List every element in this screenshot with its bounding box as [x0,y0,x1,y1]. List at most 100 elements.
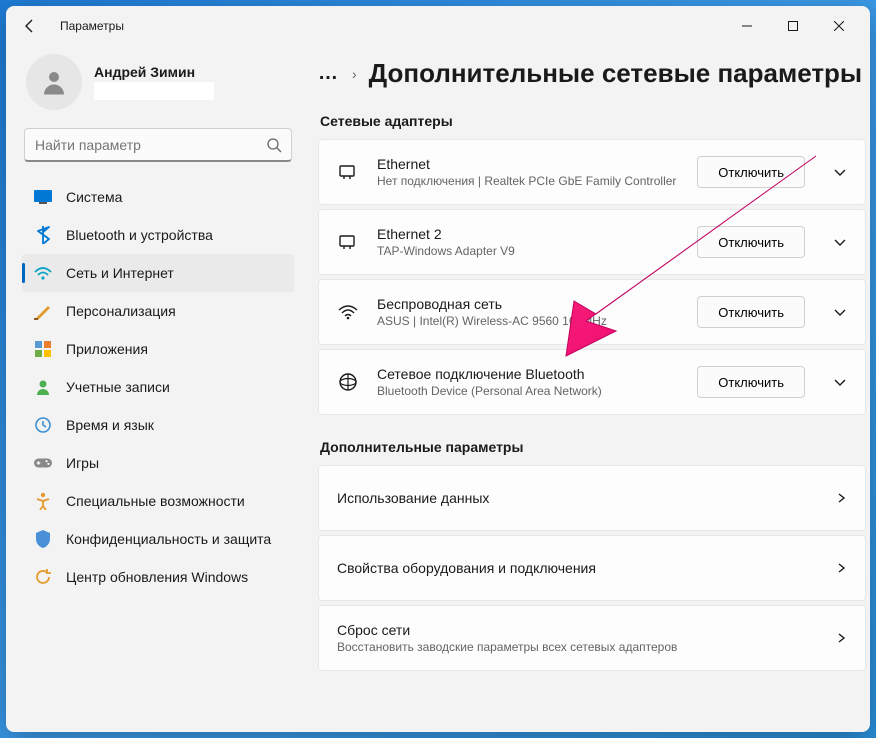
adapter-card-bluetooth: Сетевое подключение Bluetooth Bluetooth … [318,349,866,415]
user-email-redacted [94,82,214,100]
chevron-down-icon[interactable] [833,235,847,249]
wifi-icon [337,302,359,322]
shield-icon [34,530,52,548]
maximize-icon [788,21,798,31]
nav-item-bluetooth[interactable]: Bluetooth и устройства [22,216,294,254]
window-controls [724,10,862,42]
adapter-card-wireless: Беспроводная сеть ASUS | Intel(R) Wirele… [318,279,866,345]
disable-button[interactable]: Отключить [697,156,805,188]
nav-label: Персонализация [66,303,176,319]
clock-icon [34,416,52,434]
more-title: Свойства оборудования и подключения [337,560,817,576]
nav-label: Система [66,189,122,205]
nav-item-apps[interactable]: Приложения [22,330,294,368]
disable-button[interactable]: Отключить [697,296,805,328]
accounts-icon [34,378,52,396]
nav-label: Конфиденциальность и защита [66,531,271,547]
app-title: Параметры [60,19,124,33]
close-icon [834,21,844,31]
main-content: … › Дополнительные сетевые параметры Сет… [306,46,870,732]
nav-item-gaming[interactable]: Игры [22,444,294,482]
section-header-adapters: Сетевые адаптеры [320,113,866,129]
nav-item-personalization[interactable]: Персонализация [22,292,294,330]
user-block[interactable]: Андрей Зимин [22,46,294,118]
search-input[interactable] [24,128,292,162]
nav-item-accounts[interactable]: Учетные записи [22,368,294,406]
nav-item-system[interactable]: Система [22,178,294,216]
nav-label: Bluetooth и устройства [66,227,213,243]
ethernet-icon [337,162,359,182]
adapter-title: Ethernet [377,156,679,172]
more-item-data-usage[interactable]: Использование данных [318,465,866,531]
more-item-network-reset[interactable]: Сброс сети Восстановить заводские параме… [318,605,866,671]
chevron-down-icon[interactable] [833,305,847,319]
settings-window: Параметры Андрей Зимин Си [6,6,870,732]
adapter-list: Ethernet Нет подключения | Realtek PCIe … [318,139,866,415]
avatar [26,54,82,110]
apps-icon [34,340,52,358]
close-button[interactable] [816,10,862,42]
gaming-icon [34,454,52,472]
minimize-icon [742,21,752,31]
disable-button[interactable]: Отключить [697,226,805,258]
ethernet-icon [337,232,359,252]
disable-button[interactable]: Отключить [697,366,805,398]
network-icon [34,264,52,282]
body: Андрей Зимин Система Bluetooth и устройс… [6,46,870,732]
nav-item-privacy[interactable]: Конфиденциальность и защита [22,520,294,558]
more-item-hardware[interactable]: Свойства оборудования и подключения [318,535,866,601]
nav-item-time-language[interactable]: Время и язык [22,406,294,444]
nav-label: Специальные возможности [66,493,245,509]
more-text: Использование данных [337,490,817,506]
adapter-text: Ethernet Нет подключения | Realtek PCIe … [377,156,679,188]
maximize-button[interactable] [770,10,816,42]
adapter-text: Сетевое подключение Bluetooth Bluetooth … [377,366,679,398]
adapter-card-ethernet: Ethernet Нет подключения | Realtek PCIe … [318,139,866,205]
page-title: Дополнительные сетевые параметры [369,58,862,89]
nav-item-windows-update[interactable]: Центр обновления Windows [22,558,294,596]
adapter-sub: TAP-Windows Adapter V9 [377,244,679,258]
nav-list: Система Bluetooth и устройства Сеть и Ин… [22,178,294,596]
nav-label: Время и язык [66,417,154,433]
more-text: Свойства оборудования и подключения [337,560,817,576]
search-wrap [24,128,292,162]
back-arrow-icon [22,18,38,34]
section-header-more: Дополнительные параметры [320,439,866,455]
adapter-sub: Нет подключения | Realtek PCIe GbE Famil… [377,174,679,188]
adapter-text: Беспроводная сеть ASUS | Intel(R) Wirele… [377,296,679,328]
more-sub: Восстановить заводские параметры всех се… [337,640,817,654]
chevron-right-icon: › [352,66,357,82]
user-info: Андрей Зимин [94,64,214,100]
more-title: Сброс сети [337,622,817,638]
nav-label: Приложения [66,341,148,357]
chevron-right-icon [835,562,847,574]
personalize-icon [34,302,52,320]
sidebar: Андрей Зимин Система Bluetooth и устройс… [6,46,306,732]
nav-label: Сеть и Интернет [66,265,174,281]
adapter-title: Ethernet 2 [377,226,679,242]
person-icon [39,67,69,97]
search-icon [266,137,282,153]
adapter-title: Сетевое подключение Bluetooth [377,366,679,382]
more-title: Использование данных [337,490,817,506]
more-text: Сброс сети Восстановить заводские параме… [337,622,817,654]
adapter-sub: Bluetooth Device (Personal Area Network) [377,384,679,398]
more-list: Использование данных Свойства оборудован… [318,465,866,671]
nav-item-network[interactable]: Сеть и Интернет [22,254,294,292]
nav-item-accessibility[interactable]: Специальные возможности [22,482,294,520]
minimize-button[interactable] [724,10,770,42]
adapter-text: Ethernet 2 TAP-Windows Adapter V9 [377,226,679,258]
titlebar: Параметры [6,6,870,46]
adapter-sub: ASUS | Intel(R) Wireless-AC 9560 160MHz [377,314,679,328]
nav-label: Центр обновления Windows [66,569,248,585]
back-button[interactable] [14,10,46,42]
chevron-down-icon[interactable] [833,165,847,179]
accessibility-icon [34,492,52,510]
system-icon [34,188,52,206]
chevron-down-icon[interactable] [833,375,847,389]
breadcrumb-ellipsis[interactable]: … [318,62,340,85]
user-name: Андрей Зимин [94,64,214,80]
breadcrumb: … › Дополнительные сетевые параметры [318,46,866,105]
adapter-card-ethernet2: Ethernet 2 TAP-Windows Adapter V9 Отключ… [318,209,866,275]
update-icon [34,568,52,586]
